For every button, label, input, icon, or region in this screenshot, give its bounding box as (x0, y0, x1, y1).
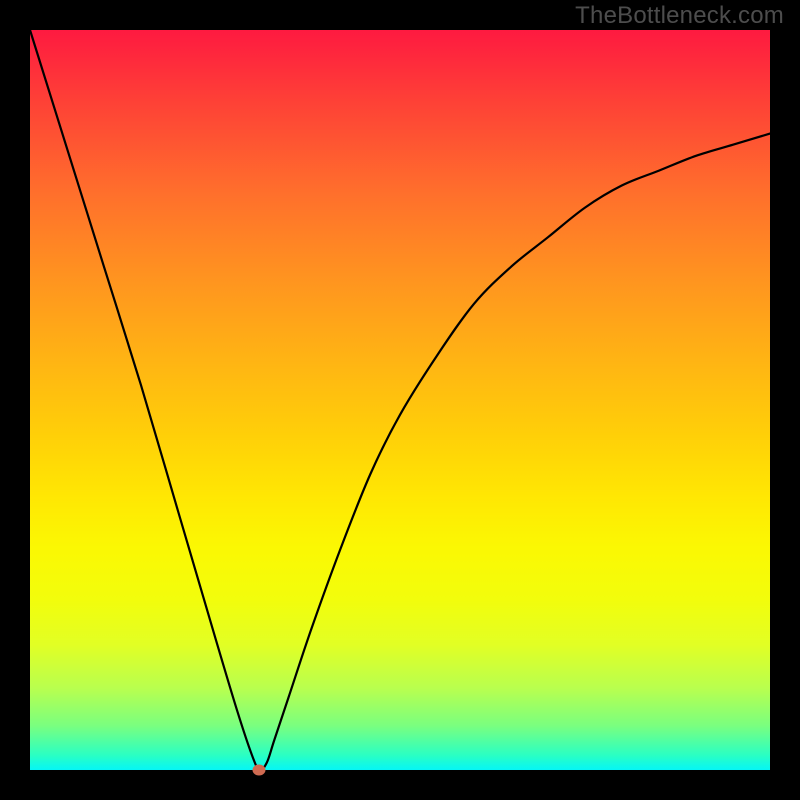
bottleneck-curve (30, 30, 770, 770)
watermark-text: TheBottleneck.com (575, 2, 784, 30)
plot-area (30, 30, 770, 770)
chart-frame: TheBottleneck.com (0, 0, 800, 800)
minimum-marker (253, 765, 266, 776)
